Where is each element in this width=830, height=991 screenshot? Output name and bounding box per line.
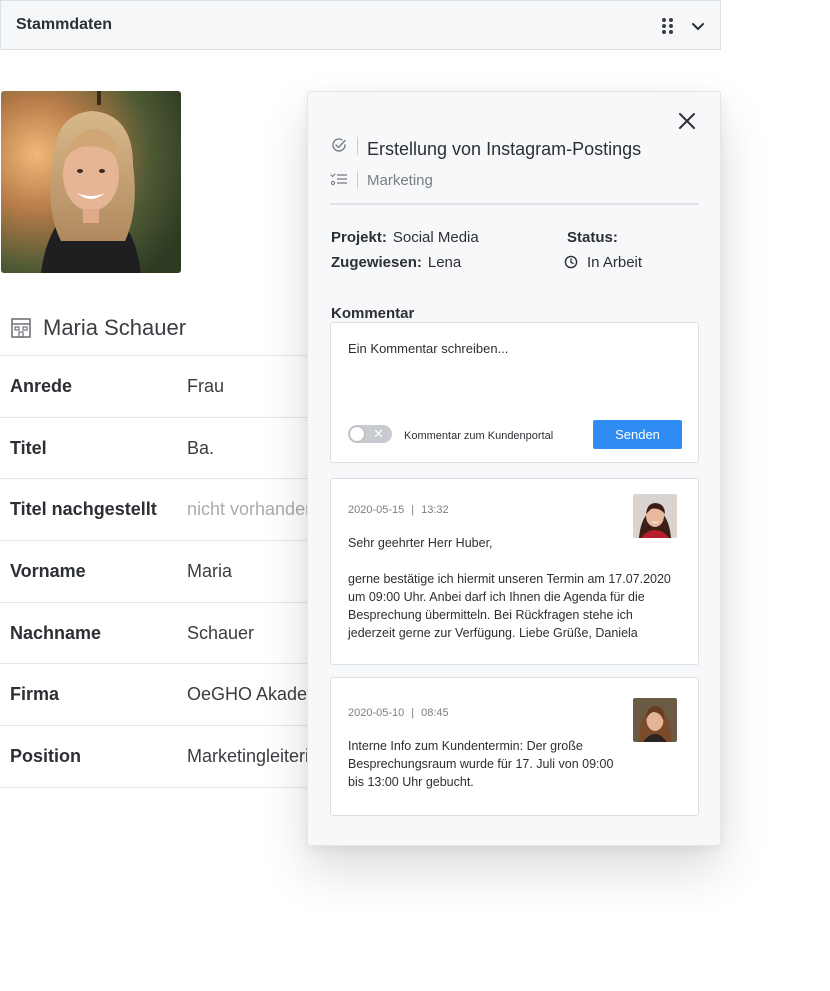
close-icon[interactable] bbox=[677, 111, 697, 131]
assigned-value: Lena bbox=[427, 254, 462, 271]
comment-card: 2020-05-10 | 08:45 Interne Info zum Kunden… bbox=[330, 677, 699, 816]
project-label: Projekt: bbox=[331, 229, 387, 246]
detail-row-nachname: Nachname Schauer bbox=[0, 603, 307, 665]
assigned-label: Zugewiesen: bbox=[331, 254, 422, 271]
comment-date: 2020-05-10 bbox=[348, 707, 405, 719]
detail-label: Titel nachgestellt bbox=[10, 499, 157, 520]
detail-value[interactable]: nicht vorhanden bbox=[187, 499, 307, 520]
task-panel: Erstellung von Instagram-Postings Market… bbox=[307, 91, 721, 846]
detail-label: Titel bbox=[10, 437, 47, 458]
comment-label: Kommentar bbox=[331, 305, 415, 322]
task-category: Marketing bbox=[367, 172, 433, 189]
detail-label: Position bbox=[10, 745, 81, 766]
comment-time: 13:32 bbox=[421, 504, 449, 516]
detail-value[interactable]: Maria bbox=[187, 561, 232, 582]
profile-photo bbox=[1, 91, 181, 273]
comment-datetime: 2020-05-15 | 13:32 bbox=[348, 504, 449, 516]
send-button[interactable]: Senden bbox=[593, 420, 682, 449]
detail-row-titel: Titel Ba. bbox=[0, 418, 307, 480]
detail-label: Nachname bbox=[10, 622, 102, 643]
title-separator bbox=[357, 137, 358, 155]
detail-value[interactable]: OeGHO Akademie bbox=[187, 684, 307, 705]
task-check-icon bbox=[332, 138, 346, 152]
detail-value[interactable]: Schauer bbox=[187, 623, 254, 644]
project-value: Social Media bbox=[392, 229, 479, 246]
detail-row-firma: Firma OeGHO Akademie bbox=[0, 664, 307, 727]
detail-row-vorname: Vorname Maria bbox=[0, 541, 307, 603]
status-value: In Arbeit bbox=[587, 254, 643, 271]
detail-label: Vorname bbox=[10, 560, 86, 581]
project-field: Projekt: Social Media bbox=[331, 229, 479, 246]
detail-row-position: Position Marketingleiterin bbox=[0, 726, 307, 788]
detail-value[interactable]: Frau bbox=[187, 376, 224, 397]
customer-portal-toggle[interactable]: ✕ bbox=[348, 425, 392, 443]
detail-row-titel-nachgestellt: Titel nachgestellt nicht vorhanden bbox=[0, 479, 307, 542]
header-title: Stammdaten bbox=[16, 16, 113, 33]
avatar bbox=[633, 698, 677, 742]
comment-body: gerne bestätige ich hiermit unseren Term… bbox=[348, 572, 671, 640]
comment-greeting: Sehr geehrter Herr Huber, bbox=[348, 536, 493, 550]
comment-input[interactable] bbox=[348, 341, 678, 356]
status-label: Status: bbox=[567, 229, 618, 246]
building-icon bbox=[11, 318, 31, 338]
category-separator bbox=[357, 171, 358, 189]
toggle-knob bbox=[349, 426, 365, 442]
comment-composer: ✕ Kommentar zum Kundenportal Senden bbox=[330, 322, 699, 463]
category-list-icon bbox=[330, 173, 347, 186]
avatar bbox=[633, 494, 677, 538]
toggle-label: Kommentar zum Kundenportal bbox=[404, 430, 554, 442]
stammdaten-header: Stammdaten bbox=[0, 0, 721, 50]
task-title: Erstellung von Instagram-Postings bbox=[367, 139, 642, 159]
detail-label: Anrede bbox=[10, 375, 73, 396]
detail-row-anrede: Anrede Frau bbox=[0, 356, 307, 418]
details-table: Anrede Frau Titel Ba. Titel nachgestellt… bbox=[0, 355, 307, 788]
comment-date: 2020-05-15 bbox=[348, 504, 405, 516]
drag-handle-icon[interactable] bbox=[662, 18, 676, 34]
detail-value[interactable]: Marketingleiterin bbox=[187, 746, 307, 767]
comment-datetime: 2020-05-10 | 08:45 bbox=[348, 707, 449, 719]
contact-name: Maria Schauer bbox=[43, 315, 187, 340]
toggle-off-icon: ✕ bbox=[373, 426, 384, 441]
clock-icon bbox=[564, 255, 578, 269]
comment-card: 2020-05-15 | 13:32 Sehr geehrter Herr Hube… bbox=[330, 478, 699, 665]
contact-header: Maria Schauer bbox=[10, 315, 186, 341]
detail-label: Firma bbox=[10, 684, 60, 705]
detail-value[interactable]: Ba. bbox=[187, 438, 214, 459]
comment-body: Interne Info zum Kundentermin: Der große… bbox=[348, 739, 614, 789]
comment-time: 08:45 bbox=[421, 707, 449, 719]
assigned-field: Zugewiesen: Lena bbox=[331, 254, 461, 271]
chevron-down-icon[interactable] bbox=[690, 18, 706, 34]
divider bbox=[330, 203, 699, 205]
